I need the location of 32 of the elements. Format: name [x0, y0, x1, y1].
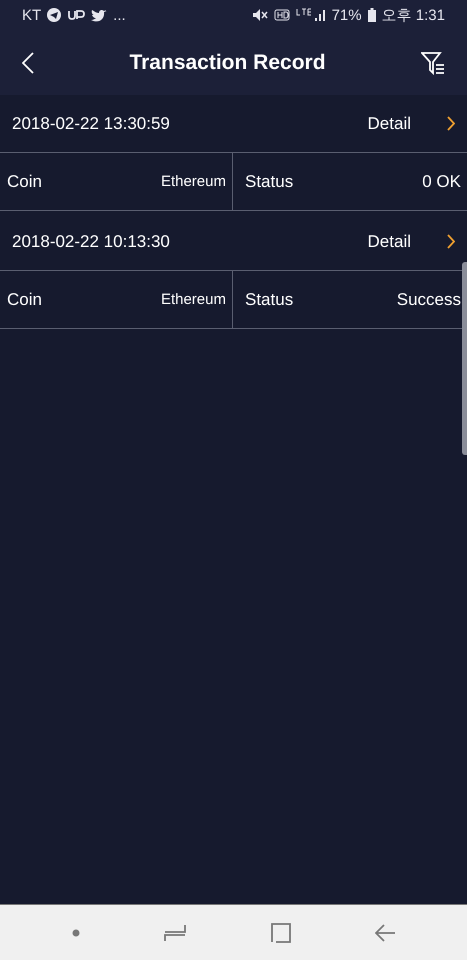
record-datetime: 2018-02-22 13:30:59	[12, 114, 170, 134]
telegram-icon	[47, 8, 62, 22]
record-datetime: 2018-02-22 10:13:30	[12, 232, 170, 252]
back-icon[interactable]	[22, 52, 34, 74]
battery-icon	[368, 8, 376, 22]
status-value: Success	[396, 290, 461, 310]
hd-icon	[274, 9, 290, 21]
more-notifications: ...	[113, 6, 126, 24]
chevron-icon	[447, 116, 455, 131]
coin-label: Coin	[7, 172, 42, 192]
filter-icon[interactable]	[421, 50, 445, 74]
detail-link[interactable]: Detail	[368, 114, 455, 134]
coin-label: Coin	[7, 290, 42, 310]
coin-value: Ethereum	[160, 173, 226, 190]
back-arrow-icon[interactable]	[374, 924, 395, 942]
carrier-name: KT	[22, 6, 42, 24]
recent-apps-icon[interactable]	[164, 924, 186, 942]
status-value: 0 OK	[422, 172, 461, 192]
bird-icon	[91, 8, 108, 22]
up-icon	[67, 10, 86, 20]
coin-value: Ethereum	[160, 291, 226, 308]
mute-icon	[252, 8, 268, 22]
lte-signal-icon	[296, 8, 326, 22]
chevron-icon	[447, 234, 455, 249]
page-title: Transaction Record	[129, 50, 326, 74]
home-icon[interactable]	[270, 922, 291, 942]
detail-link[interactable]: Detail	[368, 232, 455, 252]
battery-percent: 71%	[332, 6, 362, 24]
status-label: Status	[245, 172, 294, 192]
clock-time: 오후 1:31	[382, 6, 445, 24]
dot-icon[interactable]	[72, 928, 80, 936]
status-label: Status	[245, 290, 294, 310]
